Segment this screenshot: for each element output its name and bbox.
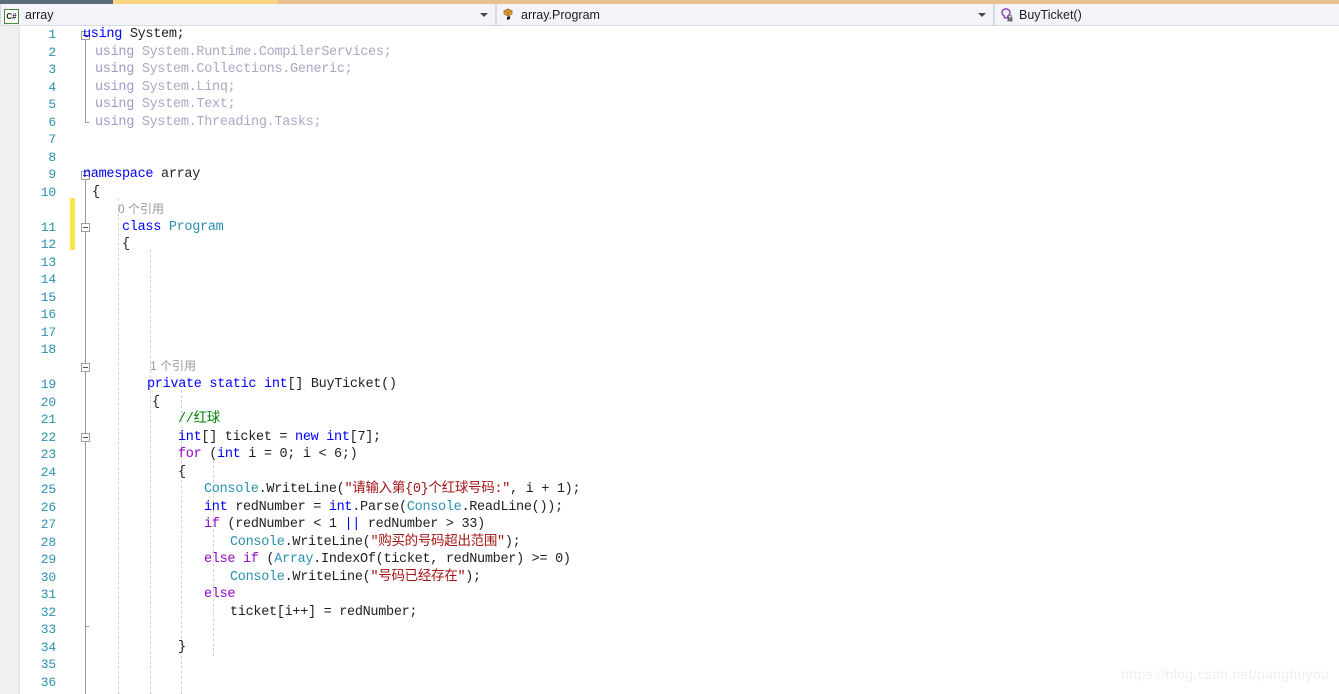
line-number: 2 bbox=[48, 44, 56, 60]
line-number: 4 bbox=[48, 79, 56, 95]
chevron-down-icon[interactable] bbox=[978, 12, 986, 17]
project-selector-dropdown[interactable]: C# array bbox=[0, 4, 496, 26]
line-number: 31 bbox=[40, 587, 56, 602]
code-line-19[interactable]: private static int[] BuyTicket() bbox=[147, 376, 397, 394]
code-line-22[interactable]: int[] ticket = new int[7]; bbox=[178, 429, 381, 447]
line-number: 25 bbox=[40, 482, 56, 497]
code-line-20[interactable]: { bbox=[152, 394, 160, 412]
line-number: 22 bbox=[40, 429, 56, 445]
member-selector-dropdown[interactable]: BuyTicket() bbox=[994, 4, 1339, 26]
line-number: 30 bbox=[40, 569, 56, 585]
code-line-3[interactable]: using System.Collections.Generic; bbox=[95, 61, 353, 79]
line-number: 8 bbox=[48, 149, 56, 165]
line-number: 16 bbox=[40, 307, 56, 322]
line-number: 15 bbox=[40, 289, 56, 305]
code-line-12[interactable]: { bbox=[122, 236, 130, 254]
line-number: 19 bbox=[40, 377, 56, 392]
line-number: 23 bbox=[40, 447, 56, 462]
code-line-1[interactable]: using System; bbox=[83, 26, 185, 44]
type-selector-dropdown[interactable]: array.Program bbox=[496, 4, 994, 26]
code-editor[interactable]: 1 2 3 4 5 6 7 8 9 10 11 12 13 14 15 16 1… bbox=[0, 26, 1339, 694]
class-icon bbox=[500, 7, 518, 23]
chevron-down-icon[interactable] bbox=[480, 12, 488, 17]
code-line-23[interactable]: for (int i = 0; i < 6;) bbox=[178, 446, 358, 464]
line-number: 32 bbox=[40, 604, 56, 620]
line-number: 17 bbox=[40, 324, 56, 340]
code-line-6[interactable]: using System.Threading.Tasks; bbox=[95, 114, 322, 132]
type-selector-label: array.Program bbox=[521, 7, 600, 22]
line-number: 12 bbox=[40, 237, 56, 252]
code-line-10[interactable]: { bbox=[92, 184, 100, 202]
line-number: 13 bbox=[40, 254, 56, 270]
navigation-bar: C# array array.Program BuyTicket() bbox=[0, 4, 1339, 26]
line-number: 35 bbox=[40, 657, 56, 672]
line-number: 21 bbox=[40, 412, 56, 427]
watermark-text: https://blog.csdn.net/panghuyou bbox=[1121, 666, 1329, 682]
code-line-32[interactable]: ticket[i++] = redNumber; bbox=[230, 604, 418, 622]
line-number: 3 bbox=[48, 62, 56, 77]
line-number: 26 bbox=[40, 499, 56, 515]
line-number: 27 bbox=[40, 517, 56, 532]
line-number: 5 bbox=[48, 97, 56, 112]
line-number: 28 bbox=[40, 534, 56, 550]
code-line-9[interactable]: namespace array bbox=[83, 166, 200, 184]
code-line-25[interactable]: Console.WriteLine("请输入第{0}个红球号码:", i + 1… bbox=[204, 481, 581, 499]
line-number: 14 bbox=[40, 272, 56, 287]
line-number: 36 bbox=[40, 674, 56, 690]
member-selector-label: BuyTicket() bbox=[1019, 7, 1082, 22]
code-line-24[interactable]: { bbox=[178, 464, 186, 482]
code-line-21[interactable]: //红球 bbox=[178, 411, 220, 429]
line-number: 6 bbox=[48, 114, 56, 130]
line-number: 24 bbox=[40, 464, 56, 480]
line-number: 34 bbox=[40, 639, 56, 655]
line-number: 20 bbox=[40, 394, 56, 410]
code-line-30[interactable]: Console.WriteLine("号码已经存在"); bbox=[230, 569, 481, 587]
fold-toggle-method[interactable] bbox=[81, 363, 90, 372]
code-line-31[interactable]: else bbox=[204, 586, 236, 604]
line-number: 9 bbox=[48, 167, 56, 182]
code-line-4[interactable]: using System.Linq; bbox=[95, 79, 236, 97]
code-line-26[interactable]: int redNumber = int.Parse(Console.ReadLi… bbox=[204, 499, 563, 517]
code-line-34[interactable]: } bbox=[178, 639, 186, 657]
code-line-28[interactable]: Console.WriteLine("购买的号码超出范围"); bbox=[230, 534, 521, 552]
line-number: 1 bbox=[48, 27, 56, 42]
code-line-29[interactable]: else if (Array.IndexOf(ticket, redNumber… bbox=[204, 551, 571, 569]
line-number: 10 bbox=[40, 184, 56, 200]
private-method-icon bbox=[998, 7, 1016, 23]
code-line-5[interactable]: using System.Text; bbox=[95, 96, 236, 114]
line-number: 7 bbox=[48, 132, 56, 147]
codelens-method-buyticket[interactable]: 1 个引用 bbox=[150, 358, 196, 376]
code-line-11[interactable]: class Program bbox=[122, 219, 224, 237]
line-number: 11 bbox=[40, 219, 56, 235]
project-selector-label: array bbox=[25, 7, 54, 22]
line-number: 18 bbox=[40, 342, 56, 357]
line-number: 29 bbox=[40, 552, 56, 567]
codelens-class-program[interactable]: 0 个引用 bbox=[118, 201, 164, 219]
csharp-file-icon: C# bbox=[4, 7, 22, 24]
line-number: 33 bbox=[40, 622, 56, 637]
code-line-27[interactable]: if (redNumber < 1 || redNumber > 33) bbox=[204, 516, 485, 534]
code-line-2[interactable]: using System.Runtime.CompilerServices; bbox=[95, 44, 392, 62]
